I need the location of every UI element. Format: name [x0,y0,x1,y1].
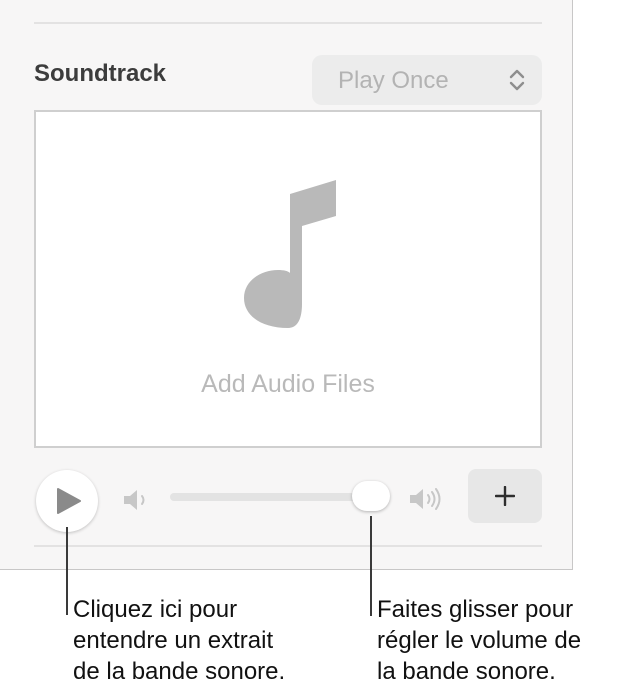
volume-callout-line [370,516,372,616]
soundtrack-panel: Soundtrack Play Once Add Audio Files [0,0,573,570]
playback-mode-popup[interactable]: Play Once [312,55,542,105]
play-callout-text: Cliquez ici pour entendre un extrait de … [73,594,285,687]
playback-mode-value: Play Once [338,67,449,94]
add-audio-button[interactable] [468,469,542,523]
volume-slider-thumb[interactable] [352,481,390,511]
speaker-high-icon [410,488,441,510]
bottom-divider [34,545,542,547]
play-button[interactable] [36,470,98,532]
top-divider [34,22,542,24]
add-audio-files-label: Add Audio Files [201,370,375,398]
play-callout-line [66,527,68,615]
callout-line-1: Cliquez ici pour [73,596,238,623]
speaker-low-icon [124,490,145,510]
play-icon [57,488,81,514]
music-note-icon [244,180,336,328]
callout-line-2: régler le volume de [377,627,582,654]
up-down-chevron-icon [509,69,525,91]
section-title: Soundtrack [34,60,167,87]
volume-callout-text: Faites glisser pour régler le volume de … [377,594,581,687]
callout-line-1: Faites glisser pour [377,596,574,623]
plus-icon [495,486,515,506]
callout-line-3: de la bande sonore. [73,658,286,685]
callout-line-3: la bande sonore. [377,658,556,685]
audio-drop-zone[interactable]: Add Audio Files [34,110,542,448]
callout-line-2: entendre un extrait [73,627,274,654]
